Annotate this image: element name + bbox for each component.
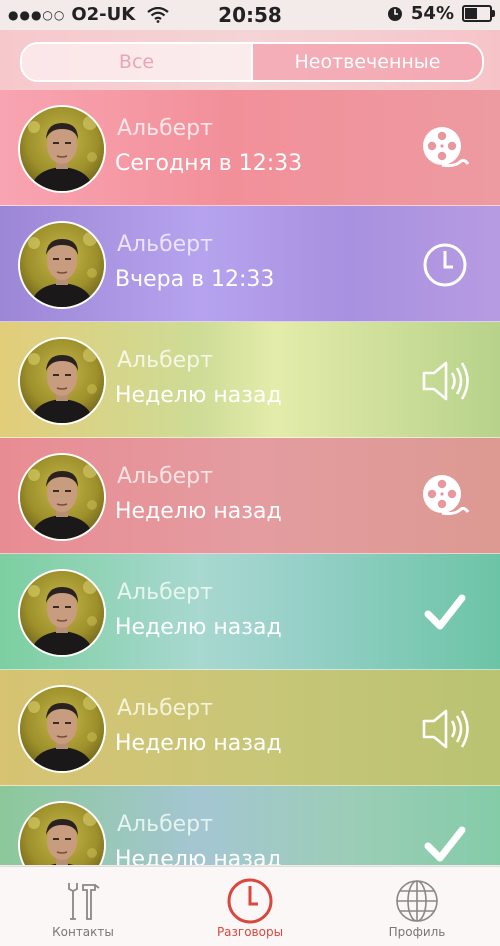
- tab-profile-label: Профиль: [388, 925, 446, 939]
- tab-bar: Контакты Разговоры Профиль: [0, 866, 500, 946]
- call-list: Альберт Сегодня в 12:33 Альберт Вчера в 12:…: [0, 90, 500, 865]
- clock-icon[interactable]: [420, 240, 470, 290]
- tab-conversations-label: Разговоры: [216, 925, 284, 939]
- speaker-icon[interactable]: [420, 356, 470, 406]
- contact-name: Альберт: [117, 696, 213, 721]
- call-row[interactable]: Альберт Неделю назад: [0, 786, 500, 865]
- film-reel-icon[interactable]: [420, 124, 470, 174]
- contact-name: Альберт: [117, 232, 213, 257]
- check-icon[interactable]: [420, 820, 470, 865]
- call-time: Вчера в 12:33: [115, 267, 275, 292]
- call-time: Неделю назад: [115, 731, 282, 756]
- avatar: [18, 221, 106, 309]
- call-time: Неделю назад: [115, 383, 282, 408]
- call-row[interactable]: Альберт Неделю назад: [0, 670, 500, 786]
- call-row[interactable]: Альберт Неделю назад: [0, 438, 500, 554]
- call-time: Неделю назад: [115, 499, 282, 524]
- avatar: [18, 569, 106, 657]
- avatar: [18, 337, 106, 425]
- avatar: [18, 105, 106, 193]
- call-row[interactable]: Альберт Неделю назад: [0, 554, 500, 670]
- status-bar: ●●●○○ O2-UK 20:58 54%: [0, 0, 500, 30]
- contact-name: Альберт: [117, 116, 213, 141]
- segment-missed[interactable]: Неотвеченные: [251, 44, 482, 80]
- battery-icon: [462, 5, 495, 22]
- tab-contacts-label: Контакты: [52, 925, 114, 939]
- avatar: [18, 685, 106, 773]
- alarm-icon: [387, 6, 402, 21]
- call-row[interactable]: Альберт Вчера в 12:33: [0, 206, 500, 322]
- status-right: 54%: [387, 3, 495, 24]
- call-time: Неделю назад: [115, 847, 282, 865]
- contact-name: Альберт: [117, 812, 213, 837]
- call-time: Сегодня в 12:33: [115, 151, 303, 176]
- contact-name: Альберт: [117, 580, 213, 605]
- film-reel-icon[interactable]: [420, 472, 470, 522]
- speaker-icon[interactable]: [420, 704, 470, 754]
- tab-conversations[interactable]: Разговоры: [167, 867, 333, 946]
- tab-contacts[interactable]: Контакты: [0, 867, 166, 946]
- clock-icon: [227, 878, 273, 924]
- avatar: [18, 453, 106, 541]
- tools-icon: [68, 883, 100, 920]
- globe-icon: [396, 880, 438, 922]
- call-row[interactable]: Альберт Сегодня в 12:33: [0, 90, 500, 206]
- check-icon[interactable]: [420, 588, 470, 638]
- contact-name: Альберт: [117, 348, 213, 373]
- segmented-control: Все Неотвеченные: [20, 42, 484, 82]
- tab-profile[interactable]: Профиль: [334, 867, 500, 946]
- contact-name: Альберт: [117, 464, 213, 489]
- call-row[interactable]: Альберт Неделю назад: [0, 322, 500, 438]
- avatar: [18, 801, 106, 865]
- segment-all[interactable]: Все: [22, 44, 251, 80]
- call-time: Неделю назад: [115, 615, 282, 640]
- battery-percent: 54%: [410, 3, 454, 24]
